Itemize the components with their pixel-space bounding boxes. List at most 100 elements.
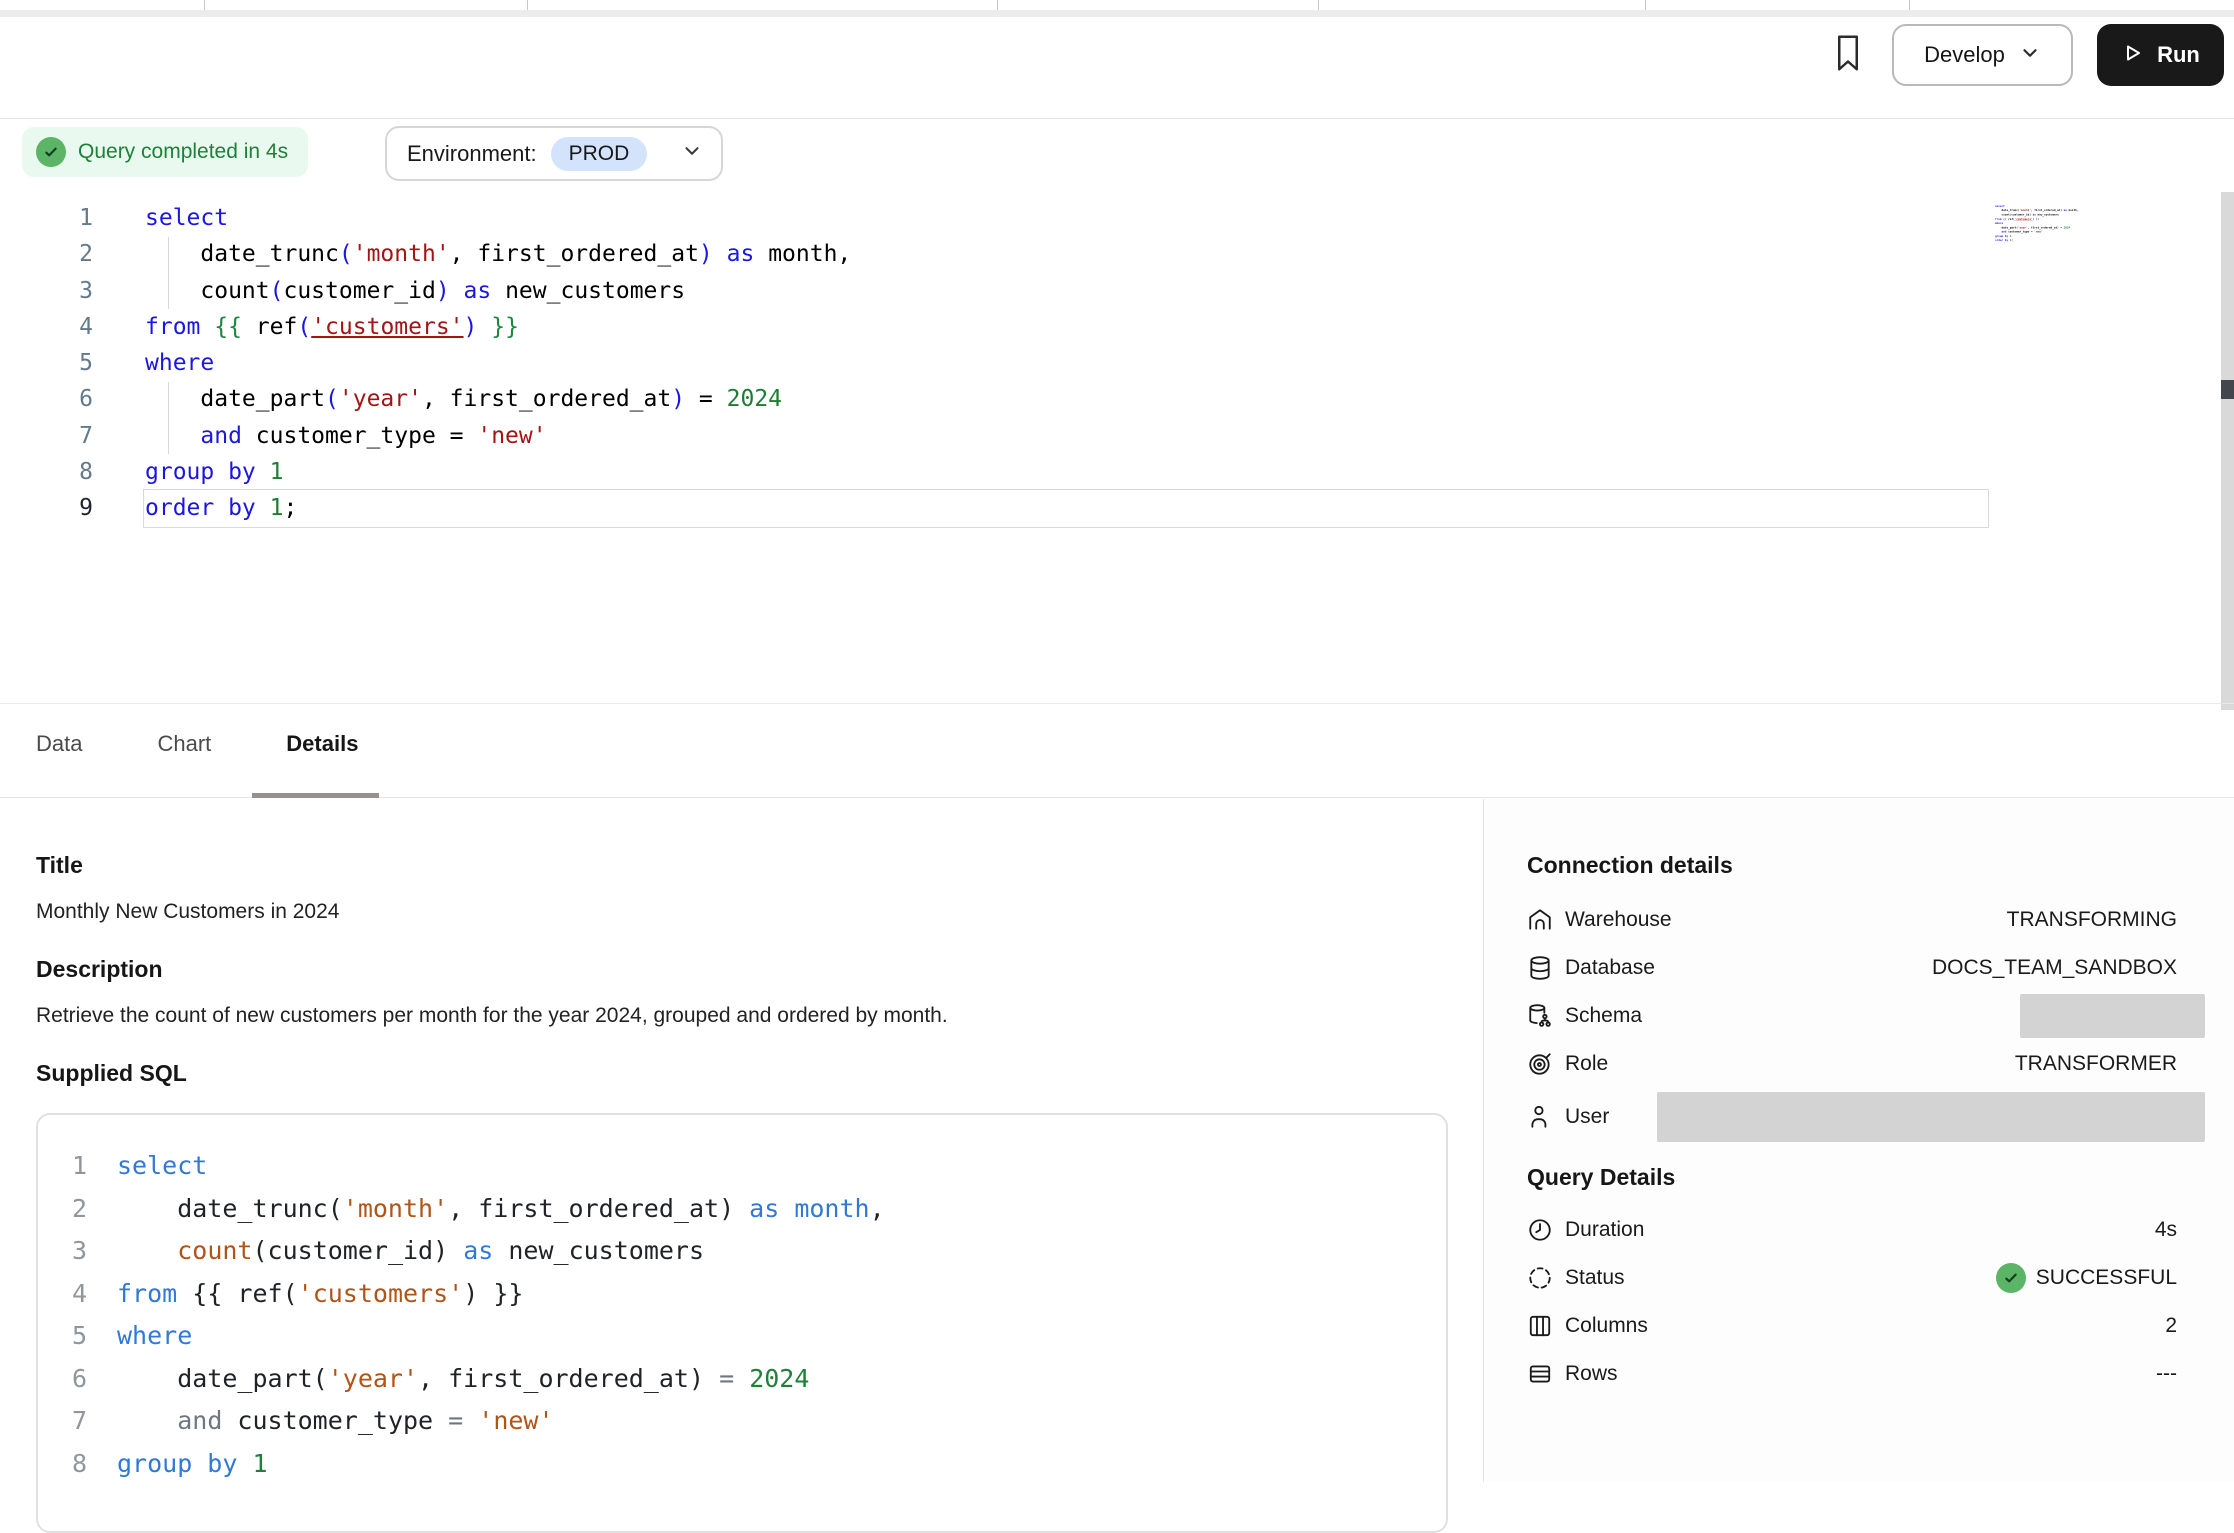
detail-label: Warehouse	[1565, 908, 1672, 932]
line-number: 3	[52, 1230, 87, 1273]
clock-icon	[1527, 1217, 1553, 1243]
query-details-heading: Query Details	[1527, 1164, 2205, 1194]
code-line: 3 count(customer_id) as new_customers	[0, 273, 2210, 309]
line-number: 2	[0, 236, 93, 272]
code-line: 8group by 1	[0, 454, 2210, 490]
line-number: 9	[0, 490, 93, 526]
line-number: 3	[0, 273, 93, 309]
detail-value: TRANSFORMING	[2007, 908, 2205, 932]
bookmark-icon	[1833, 34, 1863, 77]
query-detail-rows: Duration 4s StatusSUCCESSFUL Columns 2 Rows--…	[1527, 1206, 2205, 1398]
query-status-badge: Query completed in 4s	[22, 127, 308, 177]
code-line: 7 and customer_type = 'new'	[52, 1400, 1446, 1443]
chevron-down-icon	[2019, 42, 2041, 69]
active-tab-underline	[252, 793, 379, 798]
database-icon	[1527, 955, 1553, 981]
line-number: 2	[52, 1188, 87, 1231]
bookmark-button[interactable]	[1828, 32, 1868, 78]
code-line: 6 date_part('year', first_ordered_at) = …	[0, 381, 2210, 417]
detail-value: DOCS_TEAM_SANDBOX	[1932, 956, 2205, 980]
redacted-value-box	[1657, 1092, 2205, 1142]
user-icon	[1527, 1104, 1553, 1130]
check-circle-icon	[36, 137, 66, 167]
detail-value: TRANSFORMER	[2015, 1052, 2205, 1076]
develop-button[interactable]: Develop	[1892, 24, 2073, 86]
sql-editor[interactable]: 1select2 date_trunc('month', first_order…	[0, 200, 2210, 527]
line-number: 6	[0, 381, 93, 417]
minimap-code: select date_trunc('month', first_ordered…	[1995, 204, 2101, 243]
detail-label: Role	[1565, 1052, 1608, 1076]
line-number: 4	[52, 1273, 87, 1316]
tab-data[interactable]: Data	[36, 731, 82, 765]
detail-label: User	[1565, 1105, 1609, 1129]
tab-details[interactable]: Details	[286, 731, 358, 765]
code-line: 5where	[0, 345, 2210, 381]
detail-label: Duration	[1565, 1218, 1644, 1242]
title-heading: Title	[36, 852, 83, 879]
code-line: 7 and customer_type = 'new'	[0, 418, 2210, 454]
user-row: User	[1527, 1088, 2205, 1146]
code-line: 4from {{ ref('customers') }}	[0, 309, 2210, 345]
code-line: 9order by 1;	[0, 490, 2210, 526]
tab-chart[interactable]: Chart	[157, 731, 211, 765]
status-row: StatusSUCCESSFUL	[1527, 1254, 2205, 1302]
environment-label: Environment:	[407, 141, 537, 167]
detail-value: 2	[2165, 1314, 2205, 1338]
code-line: 8group by 1	[52, 1443, 1446, 1486]
rows-icon	[1527, 1361, 1553, 1387]
description-value: Retrieve the count of new customers per …	[36, 1004, 948, 1028]
environment-select[interactable]: Environment: PROD	[385, 126, 723, 181]
detail-label: Rows	[1565, 1362, 1618, 1386]
supplied-sql-code-block: 1select2 date_trunc('month', first_order…	[36, 1113, 1448, 1533]
run-button[interactable]: Run	[2097, 24, 2224, 86]
redacted-value-box	[2020, 994, 2205, 1038]
code-line: 5where	[52, 1315, 1446, 1358]
code-line: order by 1;	[1995, 238, 2101, 242]
editor-minimap[interactable]: select date_trunc('month', first_ordered…	[1995, 204, 2105, 246]
line-number: 1	[52, 1145, 87, 1188]
line-number: 1	[0, 200, 93, 236]
role-row: Role TRANSFORMER	[1527, 1040, 2205, 1088]
connection-details-heading: Connection details	[1527, 852, 2205, 882]
line-number: 8	[52, 1443, 87, 1486]
browser-tab-strip	[0, 0, 2234, 10]
database-row: Database DOCS_TEAM_SANDBOX	[1527, 944, 2205, 992]
editor-scrollbar-track[interactable]	[2221, 192, 2234, 710]
title-value: Monthly New Customers in 2024	[36, 900, 339, 924]
header-divider	[0, 118, 2234, 119]
description-heading: Description	[36, 956, 163, 983]
line-number: 6	[52, 1358, 87, 1401]
editor-scrollbar-thumb[interactable]	[2221, 380, 2234, 399]
check-circle-icon	[1996, 1263, 2026, 1293]
warehouse-row: Warehouse TRANSFORMING	[1527, 896, 2205, 944]
detail-label: Schema	[1565, 1004, 1642, 1028]
connection-rows: Warehouse TRANSFORMING Database DOCS_TEAM_S…	[1527, 896, 2205, 1146]
detail-label: Database	[1565, 956, 1655, 980]
top-divider-band	[0, 10, 2234, 17]
line-number: 8	[0, 454, 93, 490]
line-number: 7	[0, 418, 93, 454]
code-line: 6 date_part('year', first_ordered_at) = …	[52, 1358, 1446, 1401]
play-icon	[2121, 41, 2145, 70]
columns-icon	[1527, 1313, 1553, 1339]
duration-row: Duration 4s	[1527, 1206, 2205, 1254]
line-number: 5	[52, 1315, 87, 1358]
editor-results-divider	[0, 703, 2234, 704]
connection-details-panel: Connection details Warehouse TRANSFORMING…	[1527, 852, 2205, 1398]
status-icon	[1527, 1265, 1553, 1291]
supplied-sql-heading: Supplied SQL	[36, 1060, 187, 1087]
rows-row: Rows---	[1527, 1350, 2205, 1398]
run-button-label: Run	[2157, 42, 2200, 68]
detail-value: SUCCESSFUL	[1996, 1263, 2205, 1293]
details-panel-divider	[1483, 799, 1484, 1482]
code-line: 4from {{ ref('customers') }}	[52, 1273, 1446, 1316]
line-number: 7	[52, 1400, 87, 1443]
code-line: 1select	[0, 200, 2210, 236]
detail-label: Columns	[1565, 1314, 1648, 1338]
environment-value-badge: PROD	[551, 137, 648, 171]
detail-value: 4s	[2155, 1218, 2205, 1242]
code-line: 2 date_trunc('month', first_ordered_at) …	[52, 1188, 1446, 1231]
chevron-down-icon	[681, 140, 703, 167]
schema-row: Schema	[1527, 992, 2205, 1040]
code-line: 3 count(customer_id) as new_customers	[52, 1230, 1446, 1273]
